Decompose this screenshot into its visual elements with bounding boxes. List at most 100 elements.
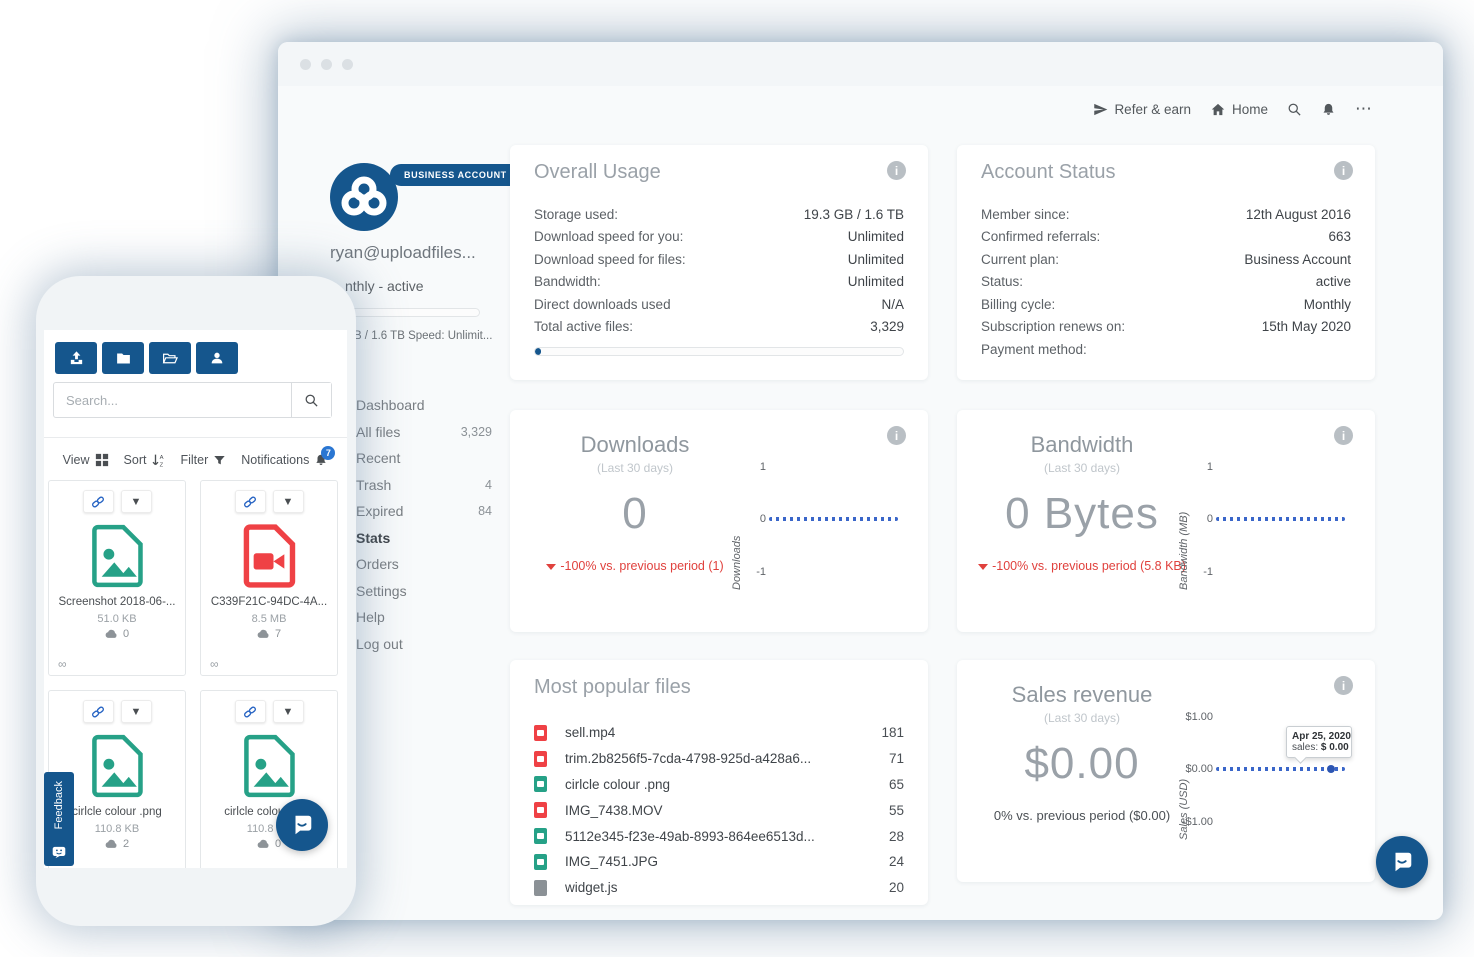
sidebar-item-help[interactable]: Help <box>356 604 492 631</box>
svg-text:A: A <box>160 454 164 460</box>
chart-tick: -1 <box>721 566 766 578</box>
notifications-control[interactable]: Notifications 7 <box>241 453 328 467</box>
chart-line <box>1216 517 1345 521</box>
info-icon[interactable]: i <box>1334 676 1353 695</box>
sidebar-item-expired[interactable]: Expired84 <box>356 498 492 525</box>
sidebar-item-dashboard[interactable]: Dashboard <box>356 392 492 419</box>
sidebar-item-recent[interactable]: Recent <box>356 445 492 472</box>
card-sales-revenue: i Sales revenue (Last 30 days) $0.00 0% … <box>957 660 1375 882</box>
sidebar-item-settings[interactable]: Settings <box>356 578 492 605</box>
info-icon[interactable]: i <box>887 426 906 445</box>
sales-chart: Sales (USD) $1.00 $0.00 -$1.00 Apr 25, 2… <box>1182 705 1357 840</box>
file-menu-button[interactable]: ▼ <box>273 700 304 723</box>
overall-usage-rows: Storage used:19.3 GB / 1.6 TB Download s… <box>534 203 904 338</box>
account-button[interactable] <box>196 342 238 374</box>
file-menu-button[interactable]: ▼ <box>121 700 152 723</box>
popular-file-row[interactable]: sell.mp4181 <box>534 720 904 746</box>
feedback-tab[interactable]: Feedback <box>44 772 74 866</box>
browser-window: Refer & earn Home ⋯ BUSINESS ACCOUNT <box>278 42 1443 920</box>
file-menu-button[interactable]: ▼ <box>121 490 152 513</box>
chart-tick: 0 <box>721 513 766 525</box>
feedback-label: Feedback <box>53 781 65 829</box>
window-control-dot[interactable] <box>300 59 311 70</box>
sidebar-item-trash[interactable]: Trash4 <box>356 472 492 499</box>
chart-highlight-point <box>1327 765 1335 773</box>
refer-earn-link[interactable]: Refer & earn <box>1093 102 1191 117</box>
stat-row: Confirmed referrals:663 <box>981 226 1351 249</box>
account-status-rows: Member since:12th August 2016 Confirmed … <box>981 203 1351 361</box>
link-icon <box>240 702 260 722</box>
sidebar-item-all-files[interactable]: All files3,329 <box>356 419 492 446</box>
image-file-icon <box>534 776 547 792</box>
cloud-download-icon <box>105 839 118 849</box>
header-search-icon[interactable] <box>1287 102 1302 117</box>
image-file-icon <box>534 854 547 870</box>
image-file-icon <box>89 522 145 590</box>
window-control-dot[interactable] <box>342 59 353 70</box>
usage-row: Bandwidth:Unlimited <box>534 271 904 294</box>
filter-control[interactable]: Filter <box>180 453 226 467</box>
usage-progressbar <box>534 347 904 356</box>
search-button[interactable] <box>291 383 331 417</box>
popular-file-row[interactable]: 5112e345-f23e-49ab-8993-864ee6513d...28 <box>534 823 904 849</box>
header-more-icon[interactable]: ⋯ <box>1355 99 1373 119</box>
sidebar-item-stats[interactable]: Stats <box>356 525 492 552</box>
usage-row: Download speed for files:Unlimited <box>534 248 904 271</box>
copy-link-button[interactable] <box>83 700 114 723</box>
sort-control[interactable]: Sort AZ <box>124 453 166 468</box>
copy-link-button[interactable] <box>235 490 266 513</box>
video-file-icon <box>534 751 547 767</box>
phone-mockup: View Sort AZ Filter Notifications 7 <box>36 276 356 926</box>
popular-file-row[interactable]: IMG_7451.JPG24 <box>534 849 904 875</box>
caret-down-icon: ▼ <box>131 496 142 508</box>
search-input[interactable] <box>54 383 291 417</box>
business-account-badge-label: BUSINESS ACCOUNT <box>404 170 507 180</box>
usage-progress-fill <box>535 348 541 355</box>
usage-row: Download speed for you:Unlimited <box>534 226 904 249</box>
business-account-badge: BUSINESS ACCOUNT <box>390 164 521 186</box>
sidebar-item-logout[interactable]: Log out <box>356 631 492 658</box>
view-control[interactable]: View <box>63 453 109 467</box>
header-bell-icon[interactable] <box>1321 102 1336 117</box>
chat-bubble-icon <box>1389 849 1415 875</box>
home-link[interactable]: Home <box>1210 102 1268 117</box>
usage-row: Total active files:3,329 <box>534 316 904 339</box>
window-control-dot[interactable] <box>321 59 332 70</box>
tooltip-value: $ 0.00 <box>1321 742 1349 753</box>
info-icon[interactable]: i <box>1334 426 1353 445</box>
info-icon[interactable]: i <box>887 161 906 180</box>
popular-file-row[interactable]: widget.js20 <box>534 875 904 901</box>
download-count: 7 <box>275 628 281 640</box>
chat-launcher-button[interactable] <box>276 799 328 851</box>
video-file-icon <box>241 522 297 590</box>
chart-tick: 1 <box>721 461 766 473</box>
popular-file-row[interactable]: trim.2b8256f5-7cda-4798-925d-a428a6...71 <box>534 746 904 772</box>
file-menu-button[interactable]: ▼ <box>273 490 304 513</box>
notification-badge: 7 <box>321 446 335 460</box>
copy-link-button[interactable] <box>83 490 114 513</box>
file-card[interactable]: ▼ Screenshot 2018-06-... 51.0 KB 0 ∞ <box>48 480 186 676</box>
image-file-icon <box>534 828 547 844</box>
card-downloads: i Downloads (Last 30 days) 0 -100% vs. p… <box>510 410 928 632</box>
upload-icon <box>68 350 85 367</box>
downloads-chart: Downloads 1 0 -1 <box>735 455 910 590</box>
app-logo <box>330 163 398 231</box>
card-account-status: Account Status i Member since:12th Augus… <box>957 145 1375 380</box>
card-title: Sales revenue <box>957 682 1207 708</box>
home-label: Home <box>1232 102 1268 117</box>
info-icon[interactable]: i <box>1334 161 1353 180</box>
chat-launcher-button[interactable] <box>1376 836 1428 888</box>
open-folder-button[interactable] <box>149 342 191 374</box>
card-popular-files: Most popular files sell.mp4181 trim.2b82… <box>510 660 928 905</box>
popular-files-list: sell.mp4181 trim.2b8256f5-7cda-4798-925d… <box>534 720 904 901</box>
file-card[interactable]: ▼ C339F21C-94DC-4A... 8.5 MB 7 ∞ <box>200 480 338 676</box>
sidebar-item-orders[interactable]: Orders <box>356 551 492 578</box>
popular-file-row[interactable]: IMG_7438.MOV55 <box>534 797 904 823</box>
copy-link-button[interactable] <box>235 700 266 723</box>
chart-tooltip: Apr 25, 2020 sales: $ 0.00 <box>1286 726 1352 758</box>
popular-file-row[interactable]: cirlcle colour .png65 <box>534 772 904 798</box>
window-content: Refer & earn Home ⋯ BUSINESS ACCOUNT <box>278 86 1443 920</box>
generic-file-icon <box>534 880 547 896</box>
new-folder-button[interactable] <box>102 342 144 374</box>
upload-button[interactable] <box>55 342 97 374</box>
